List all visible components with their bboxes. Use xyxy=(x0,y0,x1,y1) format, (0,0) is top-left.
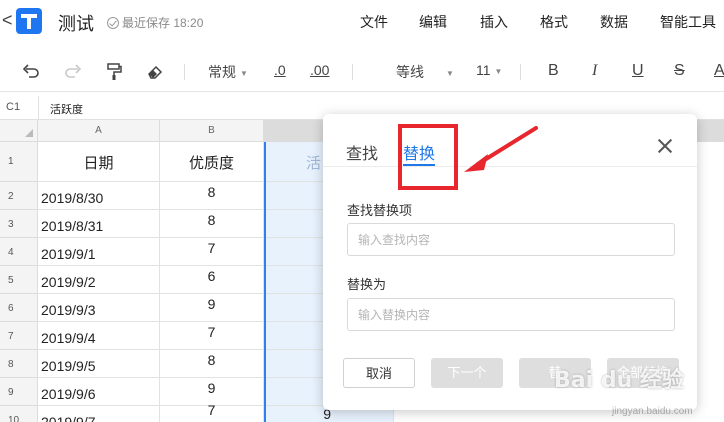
document-title[interactable]: 测试 xyxy=(58,10,94,36)
find-input[interactable] xyxy=(347,223,675,256)
cell-date[interactable]: 2019/8/30 xyxy=(38,182,160,210)
row-header[interactable]: 6 xyxy=(0,294,38,322)
cell-date[interactable]: 2019/9/2 xyxy=(38,266,160,294)
font-family-select[interactable]: 等线 ▼ xyxy=(396,62,454,82)
strikethrough-button[interactable]: S xyxy=(674,62,685,80)
cell-date[interactable]: 2019/9/7 xyxy=(38,406,160,422)
cell-date[interactable]: 2019/9/3 xyxy=(38,294,160,322)
cell-quality[interactable]: 8 xyxy=(160,350,264,378)
number-format-label: 常规 xyxy=(208,64,236,80)
menu-file[interactable]: 文件 xyxy=(360,12,388,32)
title-bar: < 测试 最近保存 18:20 文件 编辑 插入 格式 数据 智能工具 xyxy=(0,0,724,42)
number-format-select[interactable]: 常规 ▼ xyxy=(208,62,248,82)
cell-quality[interactable]: 8 xyxy=(160,182,264,210)
annotation-highlight-box xyxy=(398,124,458,190)
cell-activity[interactable] xyxy=(264,210,324,238)
replace-input[interactable] xyxy=(347,298,675,331)
cell-quality[interactable]: 7 xyxy=(160,400,264,422)
watermark-url: jingyan.baidu.com xyxy=(612,406,693,417)
cell-quality[interactable]: 9 xyxy=(160,294,264,322)
save-status: 最近保存 18:20 xyxy=(107,14,203,31)
row-header[interactable]: 5 xyxy=(0,266,38,294)
cell-activity[interactable] xyxy=(264,182,324,210)
cell-reference[interactable]: C1 xyxy=(6,101,20,113)
check-circle-icon xyxy=(107,16,119,29)
select-all-corner[interactable] xyxy=(0,120,38,142)
row-header[interactable]: 10 xyxy=(0,406,38,422)
app-logo-icon xyxy=(16,8,42,34)
menu-edit[interactable]: 编辑 xyxy=(419,12,447,32)
row-header[interactable]: 8 xyxy=(0,350,38,378)
cell-date[interactable]: 2019/9/4 xyxy=(38,322,160,350)
cell-activity[interactable] xyxy=(264,294,324,322)
cell-activity[interactable] xyxy=(264,378,324,406)
annotation-arrow-icon xyxy=(464,126,538,172)
cell-quality[interactable]: 7 xyxy=(160,322,264,350)
replace-label: 替换为 xyxy=(347,277,387,292)
caret-down-icon: ▼ xyxy=(446,68,454,78)
toolbar-divider xyxy=(184,64,185,80)
menu-smart-tools[interactable]: 智能工具 xyxy=(660,12,716,32)
cancel-button[interactable]: 取消 xyxy=(343,358,415,388)
cell-activity[interactable] xyxy=(264,322,324,350)
caret-down-icon: ▼ xyxy=(494,66,503,76)
column-header-b[interactable]: B xyxy=(160,120,264,142)
font-family-label: 等线 xyxy=(396,64,424,80)
find-label: 查找替换项 xyxy=(347,203,413,218)
cell-date[interactable]: 2019/8/31 xyxy=(38,210,160,238)
back-icon[interactable]: < xyxy=(2,10,13,31)
font-size-select[interactable]: 11 ▼ xyxy=(476,62,502,78)
underline-button[interactable]: U xyxy=(632,62,644,80)
menu-data[interactable]: 数据 xyxy=(600,12,628,32)
cell-quality[interactable]: 7 xyxy=(160,238,264,266)
bold-button[interactable]: B xyxy=(548,62,559,80)
row-header[interactable]: 4 xyxy=(0,238,38,266)
undo-icon[interactable] xyxy=(22,64,40,80)
row-header[interactable]: 3 xyxy=(0,210,38,238)
caret-down-icon: ▼ xyxy=(240,68,248,78)
increase-decimal-button[interactable]: .00 xyxy=(310,62,329,78)
save-status-text: 最近保存 18:20 xyxy=(122,16,204,30)
cell-activity[interactable] xyxy=(264,238,324,266)
menu-format[interactable]: 格式 xyxy=(540,12,568,32)
cell-a1[interactable]: 日期 xyxy=(38,142,160,182)
cell-c1[interactable]: 活 xyxy=(264,142,324,182)
menu-insert[interactable]: 插入 xyxy=(480,12,508,32)
selection-border xyxy=(264,142,266,422)
cell-date[interactable]: 2019/9/5 xyxy=(38,350,160,378)
eraser-icon[interactable] xyxy=(146,64,164,80)
close-icon[interactable] xyxy=(657,138,673,154)
font-color-button[interactable]: A xyxy=(714,62,724,80)
row-header[interactable]: 2 xyxy=(0,182,38,210)
format-painter-icon[interactable] xyxy=(106,63,122,81)
cell-quality[interactable]: 8 xyxy=(160,210,264,238)
row-header[interactable]: 7 xyxy=(0,322,38,350)
row-header[interactable]: 9 xyxy=(0,378,38,406)
toolbar-divider xyxy=(520,64,521,80)
italic-button[interactable]: I xyxy=(592,62,597,80)
cell-quality[interactable]: 6 xyxy=(160,266,264,294)
redo-icon[interactable] xyxy=(64,64,82,80)
next-button[interactable]: 下一个 xyxy=(431,358,503,388)
tab-find[interactable]: 查找 xyxy=(346,140,378,164)
font-size-label: 11 xyxy=(476,62,491,78)
decrease-decimal-button[interactable]: .0 xyxy=(274,62,286,78)
cell-activity[interactable] xyxy=(264,350,324,378)
toolbar-divider xyxy=(352,64,353,80)
cell-activity[interactable] xyxy=(264,266,324,294)
toolbar: 常规 ▼ .0 .00 等线 ▼ 11 ▼ B I U S A xyxy=(0,52,724,92)
row-header[interactable]: 1 xyxy=(0,142,38,182)
cell-b1[interactable]: 优质度 xyxy=(160,142,264,182)
column-header-a[interactable]: A xyxy=(38,120,160,142)
watermark-logo: Bai du 经验 xyxy=(554,368,684,393)
cell-date[interactable]: 2019/9/1 xyxy=(38,238,160,266)
formula-bar-divider xyxy=(38,96,39,120)
cell-date[interactable]: 2019/9/6 xyxy=(38,378,160,406)
formula-input[interactable]: 活跃度 xyxy=(50,101,83,117)
